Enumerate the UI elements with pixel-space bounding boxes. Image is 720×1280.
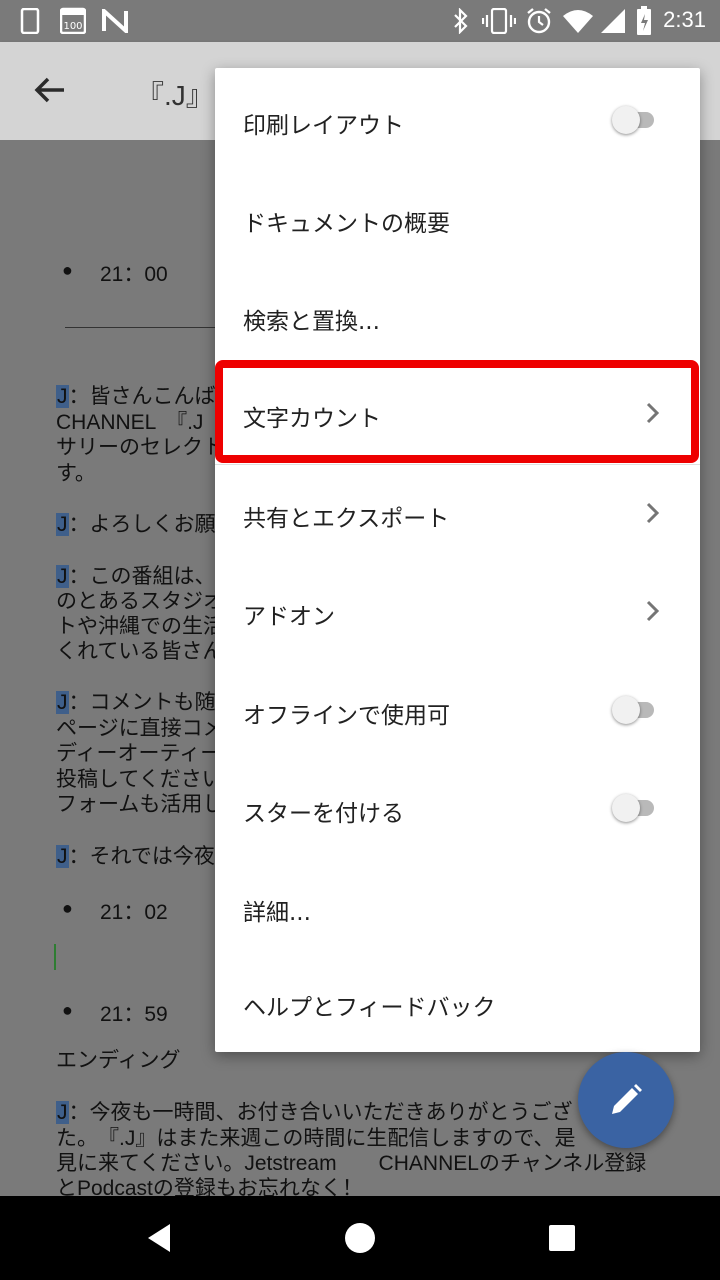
paragraph-line: た。 『.J』はまた来週この時間に生配信しますので、是 bbox=[56, 1127, 576, 1150]
battery-icon bbox=[637, 6, 651, 35]
menu-item-share-export[interactable]: 共有とエクスポート bbox=[215, 465, 700, 563]
paragraph-line: のとあるスタジオ bbox=[56, 590, 224, 613]
menu-item-offline[interactable]: オフラインで使用可 bbox=[215, 662, 700, 760]
paragraph-line: J：コメントも随 bbox=[56, 691, 216, 714]
highlight-annotation bbox=[215, 360, 699, 463]
star-toggle[interactable] bbox=[612, 794, 654, 822]
chevron-right-icon bbox=[646, 600, 660, 622]
menu-item-label: スターを付ける bbox=[243, 801, 404, 827]
menu-item-print-layout[interactable]: 印刷レイアウト bbox=[215, 72, 700, 170]
menu-item-find-replace[interactable]: 検索と置換... bbox=[215, 268, 700, 366]
timestamp: 21：00 bbox=[100, 263, 168, 286]
menu-item-document-outline[interactable]: ドキュメントの概要 bbox=[215, 170, 700, 268]
paragraph-line: J：よろしくお願 bbox=[56, 513, 216, 536]
signal-icon bbox=[601, 9, 625, 33]
speaker-label: J bbox=[56, 691, 69, 714]
paragraph-line: J：皆さんこんば bbox=[56, 385, 216, 408]
timestamp: 21：59 bbox=[100, 1003, 168, 1026]
menu-item-details[interactable]: 詳細... bbox=[215, 859, 700, 957]
edit-fab-button[interactable] bbox=[578, 1052, 674, 1148]
menu-item-star[interactable]: スターを付ける bbox=[215, 760, 700, 858]
paragraph-line: ディーオーティー bbox=[56, 742, 222, 765]
menu-item-label: ドキュメントの概要 bbox=[243, 211, 450, 237]
menu-item-addons[interactable]: アドオン bbox=[215, 563, 700, 661]
toggle-knob bbox=[612, 696, 640, 724]
horizontal-rule bbox=[65, 327, 225, 328]
toggle-knob bbox=[612, 106, 640, 134]
paragraph-line: 見に来てください。Jetstream CHANNELのチャンネル登録 bbox=[56, 1152, 647, 1175]
menu-item-label: 詳細... bbox=[243, 900, 311, 926]
menu-item-label: ヘルプとフィードバック bbox=[243, 995, 496, 1021]
timestamp: 21：02 bbox=[100, 901, 168, 924]
calendar-100-icon: 100 bbox=[60, 7, 86, 34]
paragraph-line: J：今夜も一時間、お付き合いいただきありがとうござ bbox=[56, 1101, 573, 1124]
speaker-label: J bbox=[56, 385, 69, 408]
bullet-dot: ● bbox=[62, 1000, 73, 1020]
alarm-icon bbox=[527, 8, 551, 34]
recents-square-icon[interactable] bbox=[542, 1218, 582, 1258]
paragraph-line: J：この番組は、 bbox=[56, 565, 216, 588]
paragraph-line: J：それでは今夜 bbox=[56, 845, 215, 868]
chevron-right-icon bbox=[646, 502, 660, 524]
toggle-knob bbox=[612, 794, 640, 822]
back-arrow-icon[interactable] bbox=[30, 70, 70, 110]
print-layout-toggle[interactable] bbox=[612, 106, 654, 134]
paragraph-line: くれている皆さん bbox=[56, 640, 224, 663]
paragraph-line: トや沖縄での生活 bbox=[56, 615, 224, 638]
speaker-label: J bbox=[56, 1101, 69, 1124]
menu-item-help-feedback[interactable]: ヘルプとフィードバック bbox=[215, 954, 700, 1052]
bullet-dot: ● bbox=[62, 898, 73, 918]
text-cursor bbox=[54, 944, 56, 970]
paragraph-line: 投稿してください bbox=[56, 768, 223, 791]
menu-item-label: 検索と置換... bbox=[243, 309, 380, 335]
speaker-label: J bbox=[56, 565, 69, 588]
wifi-icon bbox=[563, 10, 593, 33]
offline-toggle[interactable] bbox=[612, 696, 654, 724]
back-triangle-icon[interactable] bbox=[140, 1218, 180, 1258]
menu-item-label: 共有とエクスポート bbox=[243, 506, 450, 532]
phone-icon bbox=[20, 8, 40, 34]
bluetooth-icon bbox=[454, 8, 468, 34]
pencil-icon bbox=[612, 1084, 642, 1114]
speaker-label: J bbox=[56, 845, 69, 868]
bullet-dot: ● bbox=[62, 260, 73, 280]
paragraph-line: フォームも活用し bbox=[56, 793, 224, 816]
paragraph-line: す。 bbox=[56, 462, 96, 485]
paragraph-line: CHANNEL 『.J bbox=[56, 411, 204, 434]
svg-text:100: 100 bbox=[63, 21, 82, 32]
home-circle-icon[interactable] bbox=[340, 1218, 380, 1258]
menu-item-label: オフラインで使用可 bbox=[243, 703, 450, 729]
menu-item-label: 印刷レイアウト bbox=[243, 113, 404, 139]
navigation-bar bbox=[0, 1196, 720, 1280]
status-time: 2:31 bbox=[663, 7, 706, 32]
overflow-menu: 印刷レイアウト ドキュメントの概要 検索と置換... 文字カウント 共有とエクス… bbox=[215, 68, 700, 1052]
vibrate-icon bbox=[482, 8, 516, 34]
paragraph-line: とPodcastの登録もお忘れなく！ bbox=[56, 1177, 363, 1196]
paragraph-line: サリーのセレクト bbox=[56, 436, 224, 459]
paragraph-line: ページに直接コメ bbox=[56, 717, 224, 740]
speaker-label: J bbox=[56, 513, 69, 536]
status-bar: 100 2:31 bbox=[0, 0, 720, 42]
menu-item-label: アドオン bbox=[243, 604, 335, 630]
n-icon bbox=[102, 9, 128, 33]
section-heading: エンディング bbox=[56, 1049, 181, 1072]
